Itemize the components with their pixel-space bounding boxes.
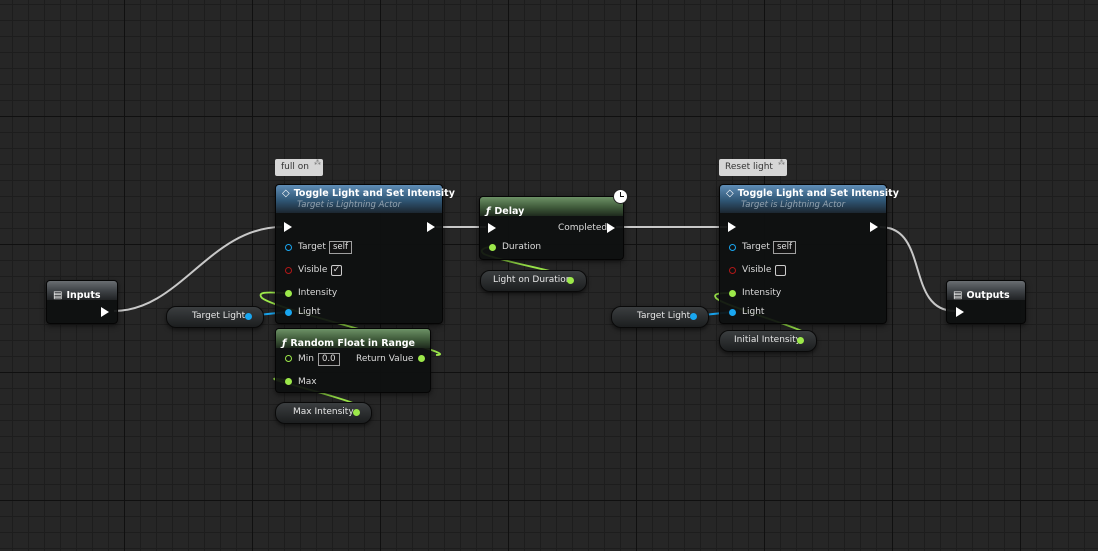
visible-label: Visible	[742, 265, 772, 275]
intensity-label: Intensity	[298, 288, 338, 298]
node-title: Toggle Light and Set Intensity	[737, 188, 899, 199]
light-pin[interactable]	[285, 309, 292, 316]
duration-pin[interactable]	[489, 244, 496, 251]
event-icon: ◇	[726, 188, 734, 199]
exec-out-pin[interactable]	[101, 307, 109, 317]
exec-in-pin[interactable]	[956, 307, 964, 317]
node-header: ƒ Delay	[480, 197, 623, 217]
function-icon: ƒ	[486, 206, 491, 217]
light-label: Light	[742, 307, 765, 317]
function-icon: ƒ	[282, 338, 287, 349]
var-out-pin[interactable]	[567, 277, 574, 284]
node-title: Delay	[494, 206, 525, 217]
outputs-node[interactable]: ▤ Outputs	[946, 280, 1026, 324]
visible-checkbox[interactable]	[775, 265, 786, 276]
node-title: Toggle Light and Set Intensity	[293, 188, 455, 199]
exec-wire-toggle2-to-outputs	[879, 226, 956, 312]
duration-label: Duration	[502, 242, 542, 252]
target-value[interactable]: self	[329, 241, 353, 254]
node-header: ▤ Inputs	[47, 281, 117, 301]
var-out-pin[interactable]	[245, 313, 252, 320]
return-value-pin[interactable]	[418, 355, 425, 362]
intensity-pin[interactable]	[729, 290, 736, 297]
comment-expand-icon[interactable]: ⁂	[314, 160, 321, 167]
comment-text: Reset light	[725, 162, 773, 172]
min-label: Min	[298, 354, 314, 364]
inputs-node[interactable]: ▤ Inputs	[46, 280, 118, 324]
var-label: Light on Duration	[493, 275, 572, 285]
var-label: Initial Intensity	[734, 335, 801, 345]
visible-pin[interactable]	[285, 267, 292, 274]
max-pin[interactable]	[285, 378, 292, 385]
node-header: ƒ Random Float in Range	[276, 329, 430, 349]
delay-node[interactable]: ƒ Delay Completed Duration	[479, 196, 624, 260]
node-title: Random Float in Range	[290, 338, 415, 349]
exec-out-pin[interactable]	[427, 222, 435, 232]
intensity-pin[interactable]	[285, 290, 292, 297]
node-header: ◇ Toggle Light and Set Intensity Target i…	[720, 185, 899, 213]
exec-in-pin[interactable]	[728, 222, 736, 232]
intensity-label: Intensity	[742, 288, 782, 298]
node-subtitle: Target is Lightning Actor	[741, 200, 846, 210]
max-label: Max	[298, 377, 317, 387]
target-pin[interactable]	[285, 244, 292, 251]
toggle-light-node-1[interactable]: ◇ Toggle Light and Set Intensity Target i…	[275, 184, 455, 324]
struct-icon: ▤	[953, 290, 963, 301]
target-value[interactable]: self	[773, 241, 797, 254]
node-header: ◇ Toggle Light and Set Intensity Target i…	[276, 185, 455, 213]
max-intensity-var[interactable]: Max Intensity	[275, 402, 372, 424]
exec-in-pin[interactable]	[488, 223, 496, 233]
toggle-light-node-2[interactable]: ◇ Toggle Light and Set Intensity Target i…	[719, 184, 899, 324]
exec-in-pin[interactable]	[284, 222, 292, 232]
target-pin[interactable]	[729, 244, 736, 251]
exec-out-pin[interactable]	[607, 223, 615, 233]
light-on-duration-var[interactable]: Light on Duration	[480, 270, 587, 292]
comment-expand-icon[interactable]: ⁂	[778, 160, 785, 167]
completed-label: Completed	[558, 223, 608, 233]
struct-icon: ▤	[53, 290, 63, 301]
visible-pin[interactable]	[729, 267, 736, 274]
node-header: ▤ Outputs	[947, 281, 1025, 301]
target-label: Target	[298, 242, 326, 252]
light-pin[interactable]	[729, 309, 736, 316]
visible-label: Visible	[298, 265, 328, 275]
clock-icon	[613, 189, 628, 204]
var-label: Target Light	[637, 311, 691, 321]
event-icon: ◇	[282, 188, 290, 199]
min-value[interactable]: 0.0	[318, 353, 340, 366]
comment-text: full on	[281, 162, 309, 172]
var-label: Target Light	[192, 311, 246, 321]
target-light-var-1[interactable]: Target Light	[166, 306, 264, 328]
comment-full-on[interactable]: full on ⁂	[275, 159, 323, 176]
var-out-pin[interactable]	[797, 337, 804, 344]
return-value-label: Return Value	[356, 354, 414, 364]
var-out-pin[interactable]	[690, 313, 697, 320]
comment-reset-light[interactable]: Reset light ⁂	[719, 159, 787, 176]
min-pin[interactable]	[285, 355, 292, 362]
node-title: Outputs	[966, 290, 1010, 301]
target-light-var-2[interactable]: Target Light	[611, 306, 709, 328]
var-label: Max Intensity	[293, 407, 354, 417]
visible-checkbox[interactable]: ✓	[331, 265, 342, 276]
random-float-node[interactable]: ƒ Random Float in Range Min 0.0 Return Va…	[275, 328, 431, 393]
target-label: Target	[742, 242, 770, 252]
node-subtitle: Target is Lightning Actor	[297, 200, 402, 210]
exec-wire-inputs-to-toggle1	[113, 226, 283, 312]
node-title: Inputs	[66, 290, 101, 301]
var-out-pin[interactable]	[353, 409, 360, 416]
light-label: Light	[298, 307, 321, 317]
checkmark-icon: ✓	[332, 265, 341, 275]
initial-intensity-var[interactable]: Initial Intensity	[719, 330, 817, 352]
exec-out-pin[interactable]	[870, 222, 878, 232]
